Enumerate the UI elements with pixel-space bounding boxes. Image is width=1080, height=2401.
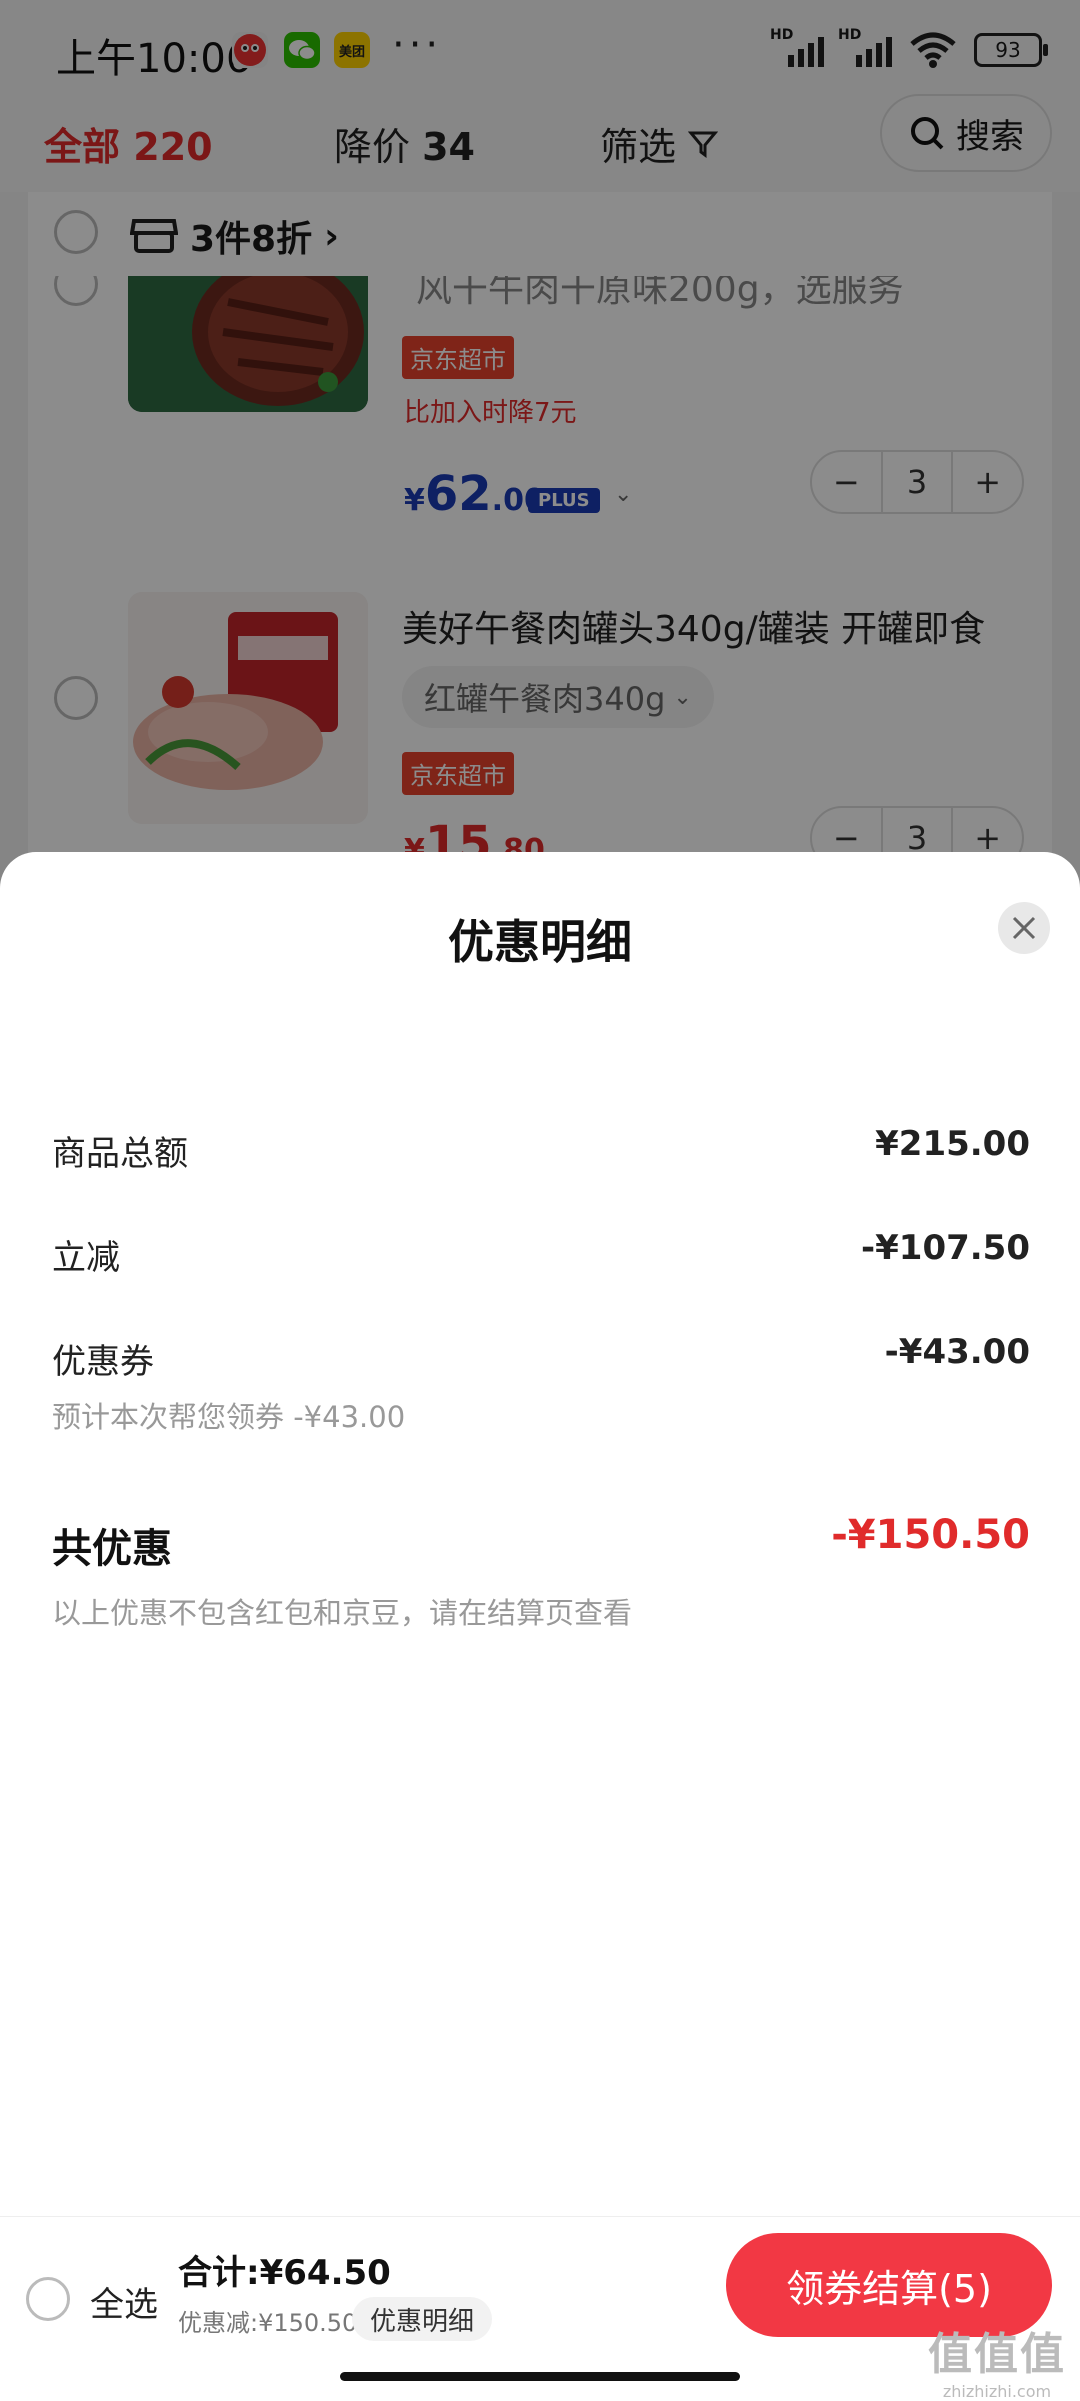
sheet-title: 优惠明细 <box>448 915 632 969</box>
select-all-label[interactable]: 全选 <box>90 2277 158 2326</box>
total-discount-value: -¥150.50 <box>831 1512 1030 1558</box>
close-button[interactable] <box>998 902 1050 954</box>
coupon-value: -¥43.00 <box>884 1332 1030 1372</box>
close-icon <box>1012 916 1036 940</box>
instant-discount-label: 立减 <box>52 1238 120 1278</box>
subtotal-label: 商品总额 <box>52 1134 188 1174</box>
coupon-label: 优惠券 <box>52 1342 154 1382</box>
saved-amount: 优惠减:¥150.50 <box>178 2309 358 2337</box>
discount-detail-button[interactable]: 优惠明细 <box>352 2297 493 2341</box>
discount-detail-sheet: 优惠明细 商品总额 ¥215.00 立减 -¥107.50 优惠券 -¥43.0… <box>0 852 1080 2400</box>
watermark: 值值值 zhizhizhi.com <box>928 2329 1066 2401</box>
total-discount-label: 共优惠 <box>52 1526 172 1572</box>
subtotal-value: ¥215.00 <box>875 1124 1030 1164</box>
home-indicator[interactable] <box>340 2372 740 2381</box>
total-amount: 合计:¥64.50 <box>178 2253 391 2293</box>
coupon-note: 预计本次帮您领券 -¥43.00 <box>52 1400 406 1434</box>
total-discount-note: 以上优惠不包含红包和京豆，请在结算页查看 <box>52 1596 633 1630</box>
select-all-checkbox[interactable] <box>26 2277 70 2321</box>
instant-discount-value: -¥107.50 <box>861 1228 1030 1268</box>
